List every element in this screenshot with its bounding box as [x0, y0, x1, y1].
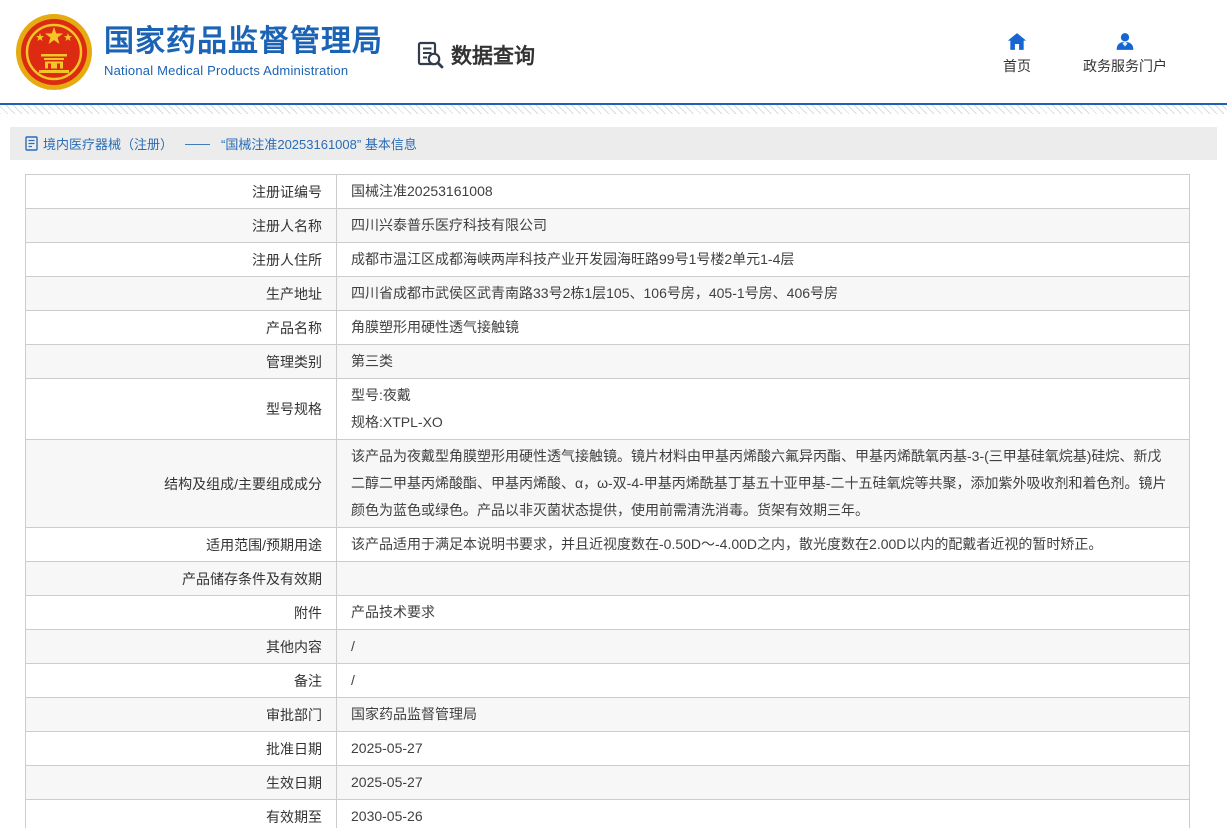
row-value: 四川省成都市武侯区武青南路33号2栋1层105、106号房，405-1号房、40… — [337, 277, 1189, 310]
table-row: 注册人住所 成都市温江区成都海峡两岸科技产业开发园海旺路99号1号楼2单元1-4… — [26, 243, 1189, 277]
national-emblem-logo[interactable] — [14, 12, 94, 92]
home-icon — [1007, 32, 1027, 51]
row-label: 附件 — [26, 596, 337, 629]
row-value: 第三类 — [337, 345, 1189, 378]
row-label: 产品储存条件及有效期 — [26, 562, 337, 595]
site-header: 国家药品监督管理局 National Medical Products Admi… — [0, 0, 1227, 103]
table-row: 附件 产品技术要求 — [26, 596, 1189, 630]
info-table: 注册证编号 国械注准20253161008 注册人名称 四川兴泰普乐医疗科技有限… — [25, 174, 1190, 828]
row-label: 有效期至 — [26, 800, 337, 828]
row-value: 2025-05-27 — [337, 766, 1189, 799]
nav-home-label: 首页 — [1003, 56, 1031, 76]
row-label: 审批部门 — [26, 698, 337, 731]
row-label: 适用范围/预期用途 — [26, 528, 337, 561]
row-value: 产品技术要求 — [337, 596, 1189, 629]
document-search-icon — [415, 40, 445, 70]
table-row: 其他内容 / — [26, 630, 1189, 664]
row-label: 注册人住所 — [26, 243, 337, 276]
row-label: 批准日期 — [26, 732, 337, 765]
table-row: 产品储存条件及有效期 — [26, 562, 1189, 596]
row-value: / — [337, 664, 1189, 697]
row-value: / — [337, 630, 1189, 663]
row-value: 型号:夜戴 规格:XTPL-XO — [337, 379, 1189, 439]
table-row: 生产地址 四川省成都市武侯区武青南路33号2栋1层105、106号房，405-1… — [26, 277, 1189, 311]
site-title-block[interactable]: 国家药品监督管理局 National Medical Products Admi… — [104, 25, 383, 78]
row-label: 产品名称 — [26, 311, 337, 344]
row-value: 该产品为夜戴型角膜塑形用硬性透气接触镜。镜片材料由甲基丙烯酸六氟异丙酯、甲基丙烯… — [337, 440, 1189, 527]
nav-item-home[interactable]: 首页 — [1003, 32, 1031, 76]
row-value: 四川兴泰普乐医疗科技有限公司 — [337, 209, 1189, 242]
row-label: 生效日期 — [26, 766, 337, 799]
user-icon — [1115, 32, 1135, 51]
row-value — [337, 562, 1189, 595]
data-query-label: 数据查询 — [451, 40, 535, 70]
nav-portal-label: 政务服务门户 — [1083, 56, 1167, 76]
table-row: 适用范围/预期用途 该产品适用于满足本说明书要求，并且近视度数在-0.50D～-… — [26, 528, 1189, 562]
table-row: 有效期至 2030-05-26 — [26, 800, 1189, 828]
document-icon — [25, 136, 38, 151]
nav-item-portal[interactable]: 政务服务门户 — [1083, 32, 1167, 76]
table-row: 注册人名称 四川兴泰普乐医疗科技有限公司 — [26, 209, 1189, 243]
breadcrumb-separator: —— — [185, 136, 209, 151]
table-row: 生效日期 2025-05-27 — [26, 766, 1189, 800]
row-value: 国械注准20253161008 — [337, 175, 1189, 208]
table-row: 备注 / — [26, 664, 1189, 698]
row-label: 注册人名称 — [26, 209, 337, 242]
row-value: 该产品适用于满足本说明书要求，并且近视度数在-0.50D～-4.00D之内，散光… — [337, 528, 1189, 561]
table-row: 型号规格 型号:夜戴 规格:XTPL-XO — [26, 379, 1189, 440]
table-row: 管理类别 第三类 — [26, 345, 1189, 379]
national-emblem-icon — [14, 12, 94, 92]
row-label: 管理类别 — [26, 345, 337, 378]
data-query-title[interactable]: 数据查询 — [415, 40, 535, 70]
row-value: 2025-05-27 — [337, 732, 1189, 765]
row-value: 成都市温江区成都海峡两岸科技产业开发园海旺路99号1号楼2单元1-4层 — [337, 243, 1189, 276]
row-label: 型号规格 — [26, 379, 337, 439]
row-value: 国家药品监督管理局 — [337, 698, 1189, 731]
row-label: 注册证编号 — [26, 175, 337, 208]
top-nav: 首页 政务服务门户 — [1003, 32, 1167, 76]
table-row: 产品名称 角膜塑形用硬性透气接触镜 — [26, 311, 1189, 345]
row-value: 2030-05-26 — [337, 800, 1189, 828]
row-value: 角膜塑形用硬性透气接触镜 — [337, 311, 1189, 344]
table-row: 结构及组成/主要组成成分 该产品为夜戴型角膜塑形用硬性透气接触镜。镜片材料由甲基… — [26, 440, 1189, 528]
row-label: 生产地址 — [26, 277, 337, 310]
site-subtitle: National Medical Products Administration — [104, 63, 383, 78]
table-row: 审批部门 国家药品监督管理局 — [26, 698, 1189, 732]
row-label: 备注 — [26, 664, 337, 697]
site-title: 国家药品监督管理局 — [104, 25, 383, 59]
breadcrumb-category-link[interactable]: 境内医疗器械（注册） — [43, 134, 173, 153]
breadcrumb: 境内医疗器械（注册） —— “国械注准20253161008” 基本信息 — [10, 127, 1217, 160]
hatch-stripe-band — [0, 105, 1227, 114]
breadcrumb-current: “国械注准20253161008” 基本信息 — [221, 134, 417, 153]
table-row: 批准日期 2025-05-27 — [26, 732, 1189, 766]
row-label: 结构及组成/主要组成成分 — [26, 440, 337, 527]
table-row: 注册证编号 国械注准20253161008 — [26, 175, 1189, 209]
row-label: 其他内容 — [26, 630, 337, 663]
